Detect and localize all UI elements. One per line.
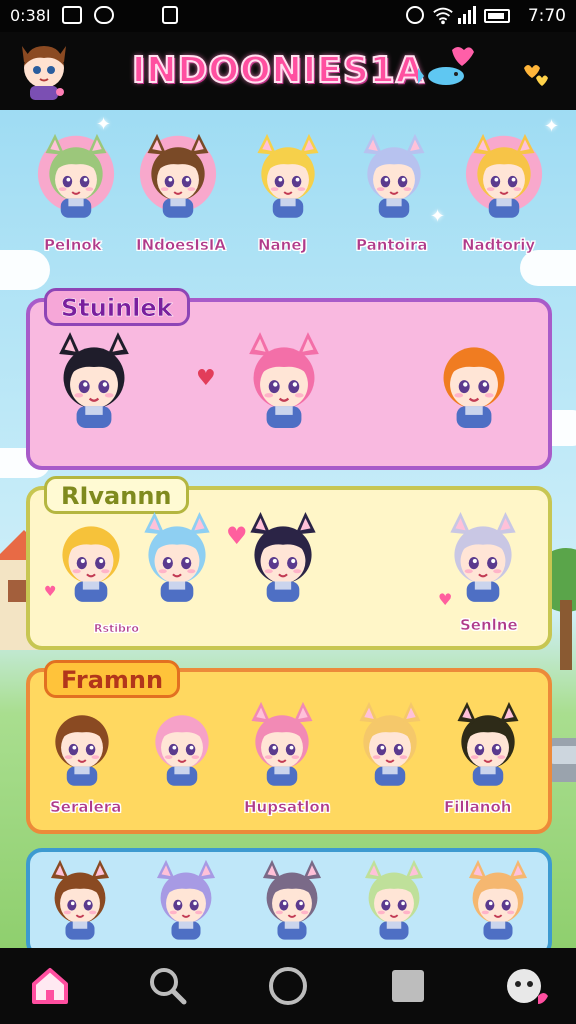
status-time-right: 7:70 [527, 6, 566, 26]
character-card[interactable] [446, 700, 534, 792]
cloud-decoration [0, 250, 50, 290]
bottom-nav [0, 948, 576, 1024]
character-card[interactable] [140, 700, 228, 792]
character-card[interactable] [40, 858, 128, 946]
character-card[interactable] [252, 858, 340, 946]
character-card[interactable] [246, 132, 334, 224]
character-name: Hupsatlon [244, 798, 331, 817]
section-title-1: Stuinlek [44, 288, 190, 326]
alarm-icon [406, 6, 424, 24]
character-card[interactable] [46, 510, 134, 609]
photo-icon [62, 6, 82, 24]
character-name: NaneJ [258, 236, 308, 255]
avatar[interactable] [16, 40, 72, 102]
character-card[interactable] [46, 330, 134, 436]
gallery-icon [162, 6, 178, 24]
character-card[interactable] [136, 132, 224, 224]
character-card[interactable] [40, 700, 128, 792]
character-card[interactable] [132, 510, 220, 609]
character-gallery: ✦ ✦ ✦ ✦ ✦ ✦ ✦ ✦ ✦ ✦ Stuinlek RIvannn Fra… [0, 110, 576, 948]
heart-decoration: ♥ [226, 522, 248, 550]
character-name: Fillanoh [444, 798, 512, 817]
character-card[interactable] [462, 132, 550, 224]
character-name: Nadtoriy [462, 236, 536, 255]
character-card[interactable] [238, 510, 326, 609]
heart-decoration: ♥ [196, 366, 216, 391]
search-icon[interactable] [142, 960, 194, 1012]
character-card[interactable] [240, 700, 328, 792]
heart-decoration: ♥ [438, 590, 453, 609]
character-name: INdoesIsIA [136, 236, 226, 255]
square-icon[interactable] [382, 960, 434, 1012]
character-card[interactable] [236, 330, 324, 436]
heart-decoration: ♥ [44, 584, 57, 600]
cloud-decoration [520, 250, 576, 286]
home-circle-icon[interactable] [262, 960, 314, 1012]
character-name: Senlne [460, 616, 518, 635]
character-card[interactable] [458, 858, 546, 946]
character-card[interactable] [354, 858, 442, 946]
location-icon [94, 6, 114, 24]
character-name: Pantoira [356, 236, 428, 255]
hearts-icon [524, 65, 548, 86]
character-card[interactable] [426, 330, 514, 436]
character-card[interactable] [352, 132, 440, 224]
status-time-left: 0:38I [10, 6, 51, 25]
app-title: INDOONIES1A [131, 49, 425, 92]
signal-icon [458, 6, 476, 24]
wifi-icon [433, 7, 453, 25]
home-icon[interactable] [24, 960, 76, 1012]
section-title-3: Framnn [44, 660, 181, 698]
character-name: Seralera [50, 798, 122, 817]
character-card[interactable] [348, 700, 436, 792]
chat-face-icon[interactable] [500, 960, 552, 1012]
status-bar: 0:38I 7:70 [0, 0, 576, 32]
section-title-2: RIvannn [44, 476, 189, 514]
app-header: INDOONIES1A [0, 32, 576, 110]
character-card[interactable] [146, 858, 234, 946]
character-name: PeInok [44, 236, 102, 255]
character-name: Rstibro [94, 622, 139, 636]
battery-icon [484, 9, 510, 23]
fish-icon [418, 47, 474, 85]
character-card[interactable] [34, 132, 122, 224]
